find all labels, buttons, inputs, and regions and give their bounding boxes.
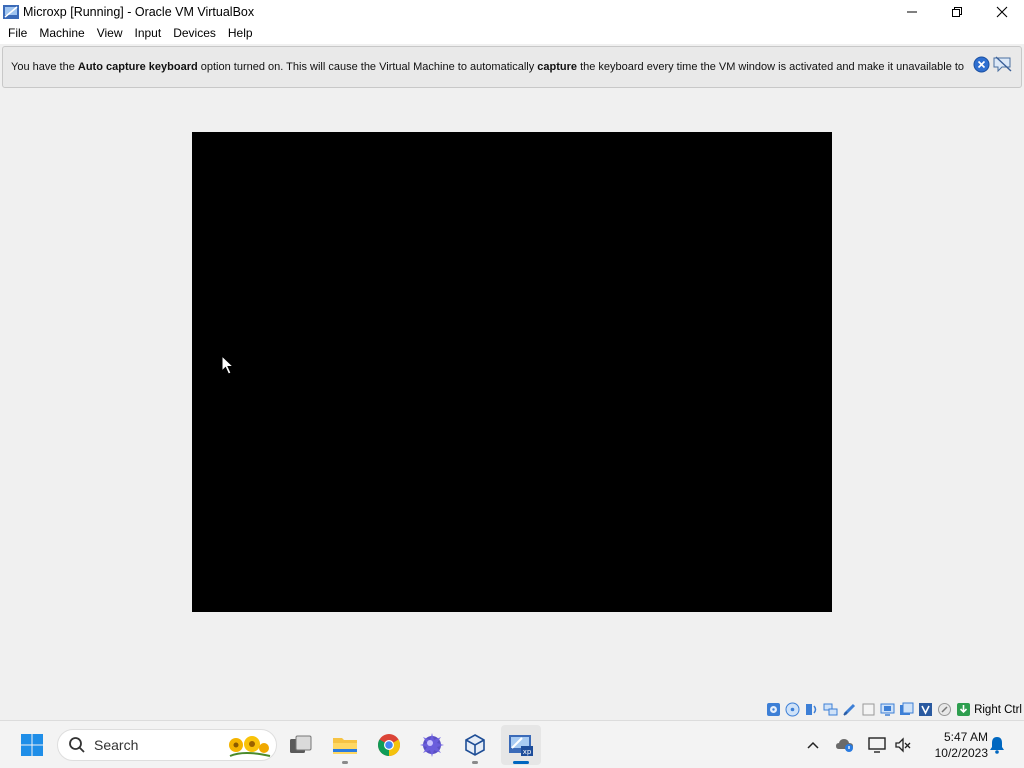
chrome-icon [378, 734, 400, 756]
taskbar-clock[interactable]: 5:47 AM 10/2/2023 [920, 729, 988, 761]
minimize-button[interactable] [889, 0, 934, 23]
menu-bar: File Machine View Input Devices Help [0, 23, 1024, 44]
close-button[interactable] [979, 0, 1024, 23]
keyboard-capture-icon[interactable] [955, 702, 971, 718]
start-button[interactable] [12, 725, 52, 765]
menu-view[interactable]: View [91, 23, 129, 44]
clock-date: 10/2/2023 [934, 746, 988, 760]
bell-icon [990, 737, 1004, 754]
onedrive-tray-button[interactable] [834, 721, 856, 768]
onedrive-icon [836, 739, 853, 752]
windows-taskbar: Search xp 5:47 AM 10/2/2023 [0, 720, 1024, 768]
search-label: Search [94, 737, 139, 753]
clock-time: 5:47 AM [943, 730, 988, 744]
minimize-icon [906, 11, 917, 12]
search-highlight-flowers-icon [229, 736, 271, 757]
shared-folders-icon[interactable] [860, 702, 876, 718]
task-view-icon [290, 735, 312, 753]
hard-disk-icon[interactable] [765, 702, 781, 718]
chrome-button[interactable] [369, 725, 409, 765]
virtualbox-app-icon [3, 4, 19, 19]
search-icon [69, 737, 85, 753]
vm-guest-display[interactable] [192, 132, 832, 612]
optical-drive-icon[interactable] [784, 702, 800, 718]
notification-text: You have the Auto capture keyboard optio… [11, 61, 965, 73]
menu-devices[interactable]: Devices [167, 23, 222, 44]
virtualbox-window: Microxp [Running] - Oracle VM VirtualBox… [0, 0, 1024, 768]
notification-buttons [973, 56, 1013, 73]
vm-status-bar: Right Ctrl [0, 699, 1024, 720]
volume-muted-icon [895, 737, 911, 753]
menu-input[interactable]: Input [129, 23, 168, 44]
audio-icon[interactable] [803, 702, 819, 718]
network-icon[interactable] [822, 702, 838, 718]
svg-text:xp: xp [523, 748, 532, 756]
volume-tray-button[interactable] [892, 721, 914, 768]
window-title: Microxp [Running] - Oracle VM VirtualBox [23, 4, 255, 19]
mouse-pointer-icon [221, 355, 235, 375]
cpu-icon[interactable] [917, 702, 933, 718]
menu-help[interactable]: Help [222, 23, 259, 44]
microxp-vm-button[interactable]: xp [501, 725, 541, 765]
display-icon[interactable] [879, 702, 895, 718]
virtualbox-icon [465, 734, 485, 756]
microxp-vm-icon: xp [509, 735, 533, 756]
menu-machine[interactable]: Machine [33, 23, 90, 44]
app-button[interactable] [412, 725, 452, 765]
recording-icon[interactable] [898, 702, 914, 718]
file-explorer-button[interactable] [325, 725, 365, 765]
restore-button[interactable] [934, 0, 979, 23]
auto-capture-notification: You have the Auto capture keyboard optio… [2, 46, 1022, 88]
chevron-up-icon [807, 741, 819, 749]
show-hidden-icons-button[interactable] [802, 721, 824, 768]
mouse-integration-icon[interactable] [936, 702, 952, 718]
taskbar-search-box[interactable]: Search [57, 729, 277, 761]
close-icon [996, 6, 1007, 17]
task-view-button[interactable] [281, 725, 321, 765]
menu-file[interactable]: File [2, 23, 33, 44]
monitor-icon [868, 737, 886, 753]
display-tray-button[interactable] [866, 721, 888, 768]
running-indicator [472, 761, 478, 764]
host-key-label: Right Ctrl [974, 703, 1022, 716]
close-notification-icon[interactable] [973, 56, 990, 73]
usb-icon[interactable] [841, 702, 857, 718]
start-icon [21, 734, 43, 756]
running-indicator [342, 761, 348, 764]
window-controls [889, 0, 1024, 23]
do-not-show-again-icon[interactable] [993, 56, 1013, 73]
app-icon [420, 733, 444, 757]
title-bar[interactable]: Microxp [Running] - Oracle VM VirtualBox [0, 0, 1024, 23]
notifications-button[interactable] [986, 721, 1008, 768]
restore-icon [951, 6, 962, 17]
active-indicator [513, 761, 529, 764]
virtualbox-manager-button[interactable] [455, 725, 495, 765]
file-explorer-icon [333, 738, 357, 754]
